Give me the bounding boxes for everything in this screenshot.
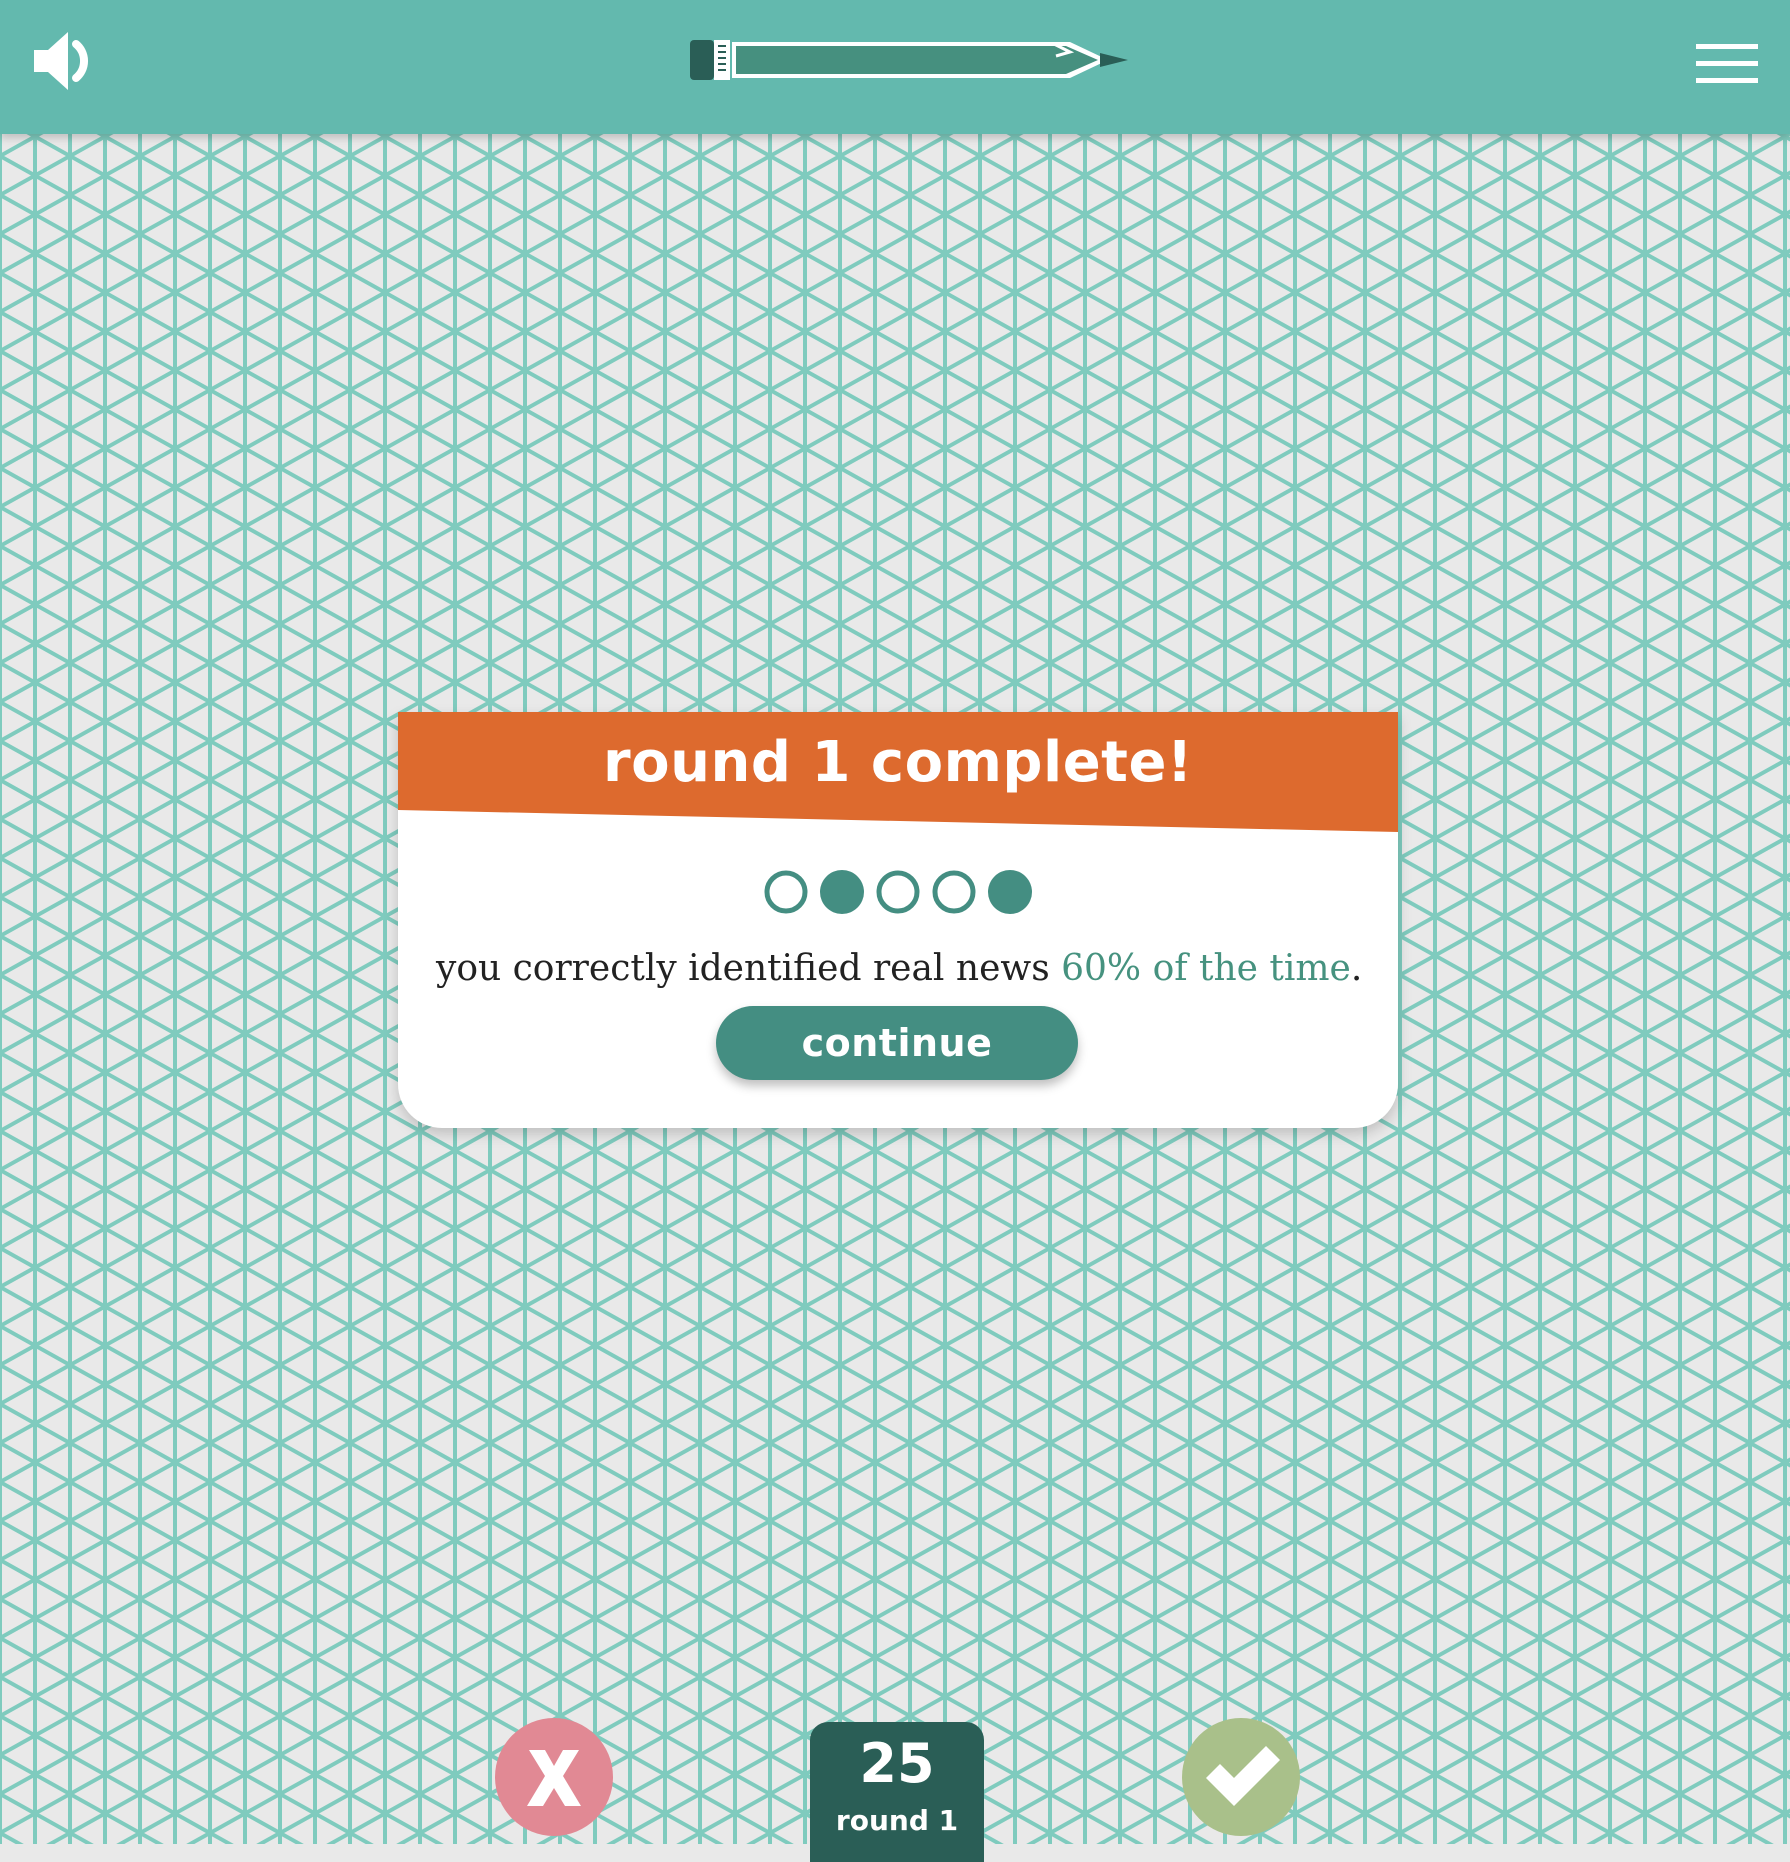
answer-dot-empty bbox=[932, 870, 976, 914]
answer-dot-correct bbox=[988, 870, 1032, 914]
top-bar bbox=[0, 0, 1790, 134]
score-value: 25 bbox=[859, 1732, 935, 1795]
result-suffix: . bbox=[1350, 948, 1363, 989]
answer-dot-empty bbox=[876, 870, 920, 914]
result-text: you correctly identified real news 60% o… bbox=[436, 948, 1376, 989]
round-complete-modal: round 1 complete! you correctly identifi… bbox=[398, 712, 1398, 1128]
pencil-icon bbox=[690, 40, 1128, 80]
continue-button[interactable]: continue bbox=[716, 1006, 1078, 1080]
result-prefix: you correctly identified real news bbox=[436, 948, 1062, 989]
hamburger-menu-icon[interactable] bbox=[1694, 40, 1760, 88]
answer-dot-correct bbox=[820, 870, 864, 914]
answer-dots bbox=[764, 870, 1032, 914]
x-icon bbox=[495, 1718, 613, 1836]
speaker-icon[interactable] bbox=[30, 28, 102, 94]
round-progress-pencil bbox=[688, 36, 1130, 84]
modal-title: round 1 complete! bbox=[603, 730, 1193, 795]
result-percentage: 60% of the time bbox=[1061, 948, 1351, 989]
score-panel: 25 round 1 bbox=[810, 1722, 984, 1862]
fake-news-button[interactable] bbox=[495, 1718, 613, 1836]
answer-dot-empty bbox=[764, 870, 808, 914]
checkmark-icon bbox=[1182, 1718, 1300, 1836]
round-label: round 1 bbox=[835, 1804, 959, 1837]
real-news-button[interactable] bbox=[1182, 1718, 1300, 1836]
